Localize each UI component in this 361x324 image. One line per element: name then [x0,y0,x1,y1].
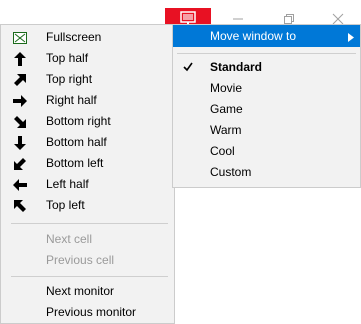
menu-separator [11,276,168,277]
menu-item-next-cell[interactable]: Next cell [2,229,173,250]
arrow-down-icon [12,135,28,151]
menu-item-label: Bottom left [46,156,104,170]
checkmark-icon [183,61,193,75]
submenu-item-custom[interactable]: Custom [173,162,360,183]
menu-item-top-left[interactable]: Top left [2,195,173,216]
arrow-down-right-icon [12,114,28,130]
submenu-item-label: Cool [210,144,235,158]
menu-item-label: Previous monitor [46,305,137,319]
menu-item-fullscreen[interactable]: Fullscreen [2,27,173,48]
arrow-down-left-icon [12,156,28,172]
menu-item-left-half[interactable]: Left half [2,174,173,195]
submenu-item-label: Movie [210,81,243,95]
submenu-item-move-window-to[interactable]: Move window to [173,25,360,47]
submenu-item-label: Standard [210,60,263,74]
menu-item-label: Top half [46,51,89,65]
menu-item-label: Fullscreen [46,30,102,44]
submenu-item-movie[interactable]: Movie [173,78,360,99]
menu-item-label: Top right [46,72,93,86]
submenu-item-game[interactable]: Game [173,99,360,120]
screen: Fullscreen Top half Top right Right half [0,0,361,324]
menu-item-label: Bottom half [46,135,107,149]
menu-separator [11,223,168,224]
menu-item-top-half[interactable]: Top half [2,48,173,69]
window-position-menu: Fullscreen Top half Top right Right half [0,24,175,324]
arrow-up-left-icon [12,198,28,214]
menu-item-label: Right half [46,93,97,107]
menu-item-previous-monitor[interactable]: Previous monitor [2,302,173,323]
submenu-item-standard[interactable]: Standard [173,57,360,78]
menu-item-previous-cell[interactable]: Previous cell [2,250,173,271]
menu-item-label: Previous cell [46,253,115,267]
arrow-up-icon [12,51,28,67]
move-window-submenu: Move window to Standard Movie Game Warm … [172,24,361,188]
submenu-header-label: Move window to [210,29,297,43]
submenu-item-warm[interactable]: Warm [173,120,360,141]
menu-item-label: Top left [46,198,85,212]
arrow-left-icon [12,177,28,193]
arrow-right-icon [12,93,28,109]
menu-separator [177,53,356,54]
menu-item-bottom-right[interactable]: Bottom right [2,111,173,132]
submenu-item-label: Warm [210,123,242,137]
menu-item-next-monitor[interactable]: Next monitor [2,281,173,302]
arrow-up-right-icon [12,72,28,88]
menu-item-label: Next monitor [46,284,115,298]
menu-item-label: Next cell [46,232,93,246]
submenu-item-cool[interactable]: Cool [173,141,360,162]
menu-item-right-half[interactable]: Right half [2,90,173,111]
menu-item-label: Left half [46,177,89,191]
fullscreen-icon [12,30,28,46]
submenu-item-label: Game [210,102,243,116]
menu-item-bottom-half[interactable]: Bottom half [2,132,173,153]
menu-item-bottom-left[interactable]: Bottom left [2,153,173,174]
menu-item-label: Bottom right [46,114,111,128]
menu-item-top-right[interactable]: Top right [2,69,173,90]
submenu-item-label: Custom [210,165,252,179]
submenu-arrow-icon [348,31,354,45]
